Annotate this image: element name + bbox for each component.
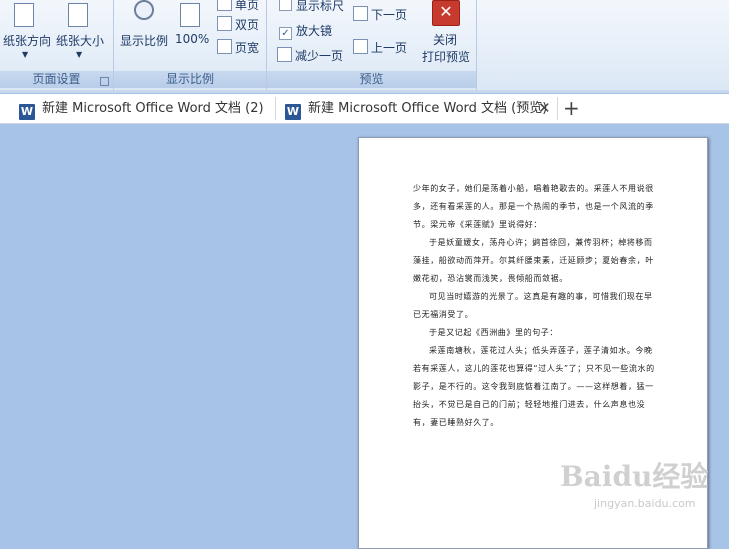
word-icon: W xyxy=(285,104,301,120)
tab-label: 新建 Microsoft Office Word 文档 (2) xyxy=(42,101,264,116)
tab-document-2[interactable]: W 新建 Microsoft Office Word 文档 (2) xyxy=(19,94,264,123)
next-page-button[interactable]: 下一页 xyxy=(353,6,407,23)
document-tab-bar: W 新建 Microsoft Office Word 文档 (2) W 新建 Mic… xyxy=(0,94,729,124)
hundred-percent-button[interactable]: 100% xyxy=(175,32,209,46)
baidu-watermark: Baidu经验 xyxy=(560,460,709,493)
prev-page-icon xyxy=(353,39,368,54)
two-pages-label: 双页 xyxy=(235,18,260,32)
close-preview-button-line2[interactable]: 打印预览 xyxy=(422,48,470,65)
two-pages-button[interactable]: 双页 xyxy=(217,16,259,33)
page-width-button[interactable]: 页宽 xyxy=(217,39,259,56)
shrink-one-page-button[interactable]: 减少一页 xyxy=(277,47,343,64)
new-tab-button[interactable]: + xyxy=(563,94,580,123)
document-paragraph: 采莲南塘秋，莲花过人头；低头弄莲子，莲子清如水。今晚若有采莲人，这儿的莲花也算得… xyxy=(413,346,655,427)
group-preview: 显示标尺 ✓ 放大镜 减少一页 下一页 上一页 ✕ 关闭 打印预览 预览 xyxy=(267,0,477,90)
group-label-zoom: 显示比例 xyxy=(114,71,266,88)
magnifier-icon xyxy=(134,0,154,20)
group-label-preview: 预览 xyxy=(267,71,476,88)
group-zoom: 显示比例 100% 单页 双页 页宽 显示比例 xyxy=(114,0,267,90)
tab-label: 新建 Microsoft Office Word 文档 (预览) xyxy=(308,101,548,116)
close-preview-button-line1[interactable]: 关闭 xyxy=(433,31,457,48)
zoom-button[interactable]: 显示比例 xyxy=(120,32,168,49)
ribbon-bottom-border xyxy=(0,90,729,93)
ribbon: 纸张方向 ▼ 纸张大小 ▼ 页面设置 显示比例 100% 单页 双页 页宽 显示… xyxy=(0,0,729,93)
show-ruler-check-icon xyxy=(279,0,292,11)
tab-document-preview[interactable]: W 新建 Microsoft Office Word 文档 (预览) xyxy=(285,94,547,123)
orientation-button[interactable]: 纸张方向 xyxy=(3,32,51,49)
shrink-one-page-label: 减少一页 xyxy=(295,49,344,63)
orientation-icon xyxy=(14,3,34,27)
single-page-icon xyxy=(217,0,232,11)
close-preview-icon[interactable]: ✕ xyxy=(432,0,460,26)
tab-separator xyxy=(557,97,558,120)
page-width-icon xyxy=(217,39,232,54)
document-paragraph: 可见当时嬉游的光景了。这真是有趣的事，可惜我们现在早已无福消受了。 xyxy=(413,292,653,319)
next-page-icon xyxy=(353,6,368,21)
show-ruler-checkbox[interactable]: 显示标尺 xyxy=(279,0,344,14)
two-pages-icon xyxy=(217,16,232,31)
show-ruler-label: 显示标尺 xyxy=(296,0,345,13)
document-paragraph: 少年的女子，她们是荡着小船，唱着艳歌去的。采莲人不用说很多，还有看采莲的人。那是… xyxy=(413,184,654,229)
magnifier-check-icon: ✓ xyxy=(279,27,292,40)
document-paragraph: 于是又记起《西洲曲》里的句子： xyxy=(429,328,558,337)
paper-size-button[interactable]: 纸张大小 xyxy=(56,32,104,49)
document-paragraph: 于是妖童媛女，荡舟心许；鹢首徐回，兼传羽杯；棹将移而藻挂，船欲动而萍开。尔其纤腰… xyxy=(413,238,654,283)
prev-page-label: 上一页 xyxy=(371,41,408,55)
dialog-launcher-icon[interactable] xyxy=(100,77,109,86)
shrink-one-page-icon xyxy=(277,47,292,62)
magnifier-label: 放大镜 xyxy=(296,24,333,38)
group-label-page-setup: 页面设置 xyxy=(0,71,113,88)
paper-size-dropdown-icon[interactable]: ▼ xyxy=(76,50,82,59)
page-width-label: 页宽 xyxy=(235,41,260,55)
group-page-setup: 纸张方向 ▼ 纸张大小 ▼ 页面设置 xyxy=(0,0,114,90)
prev-page-button[interactable]: 上一页 xyxy=(353,39,407,56)
tab-separator xyxy=(275,97,276,120)
paper-size-icon xyxy=(68,3,88,27)
close-tab-icon[interactable]: ✕ xyxy=(538,94,551,123)
baidu-watermark-url: jingyan.baidu.com xyxy=(594,497,696,510)
word-icon: W xyxy=(19,104,35,120)
magnifier-checkbox[interactable]: ✓ 放大镜 xyxy=(279,22,332,40)
single-page-label: 单页 xyxy=(235,0,260,12)
orientation-dropdown-icon[interactable]: ▼ xyxy=(22,50,28,59)
single-page-button[interactable]: 单页 xyxy=(217,0,259,13)
next-page-label: 下一页 xyxy=(371,8,408,22)
hundred-percent-icon xyxy=(180,3,200,27)
